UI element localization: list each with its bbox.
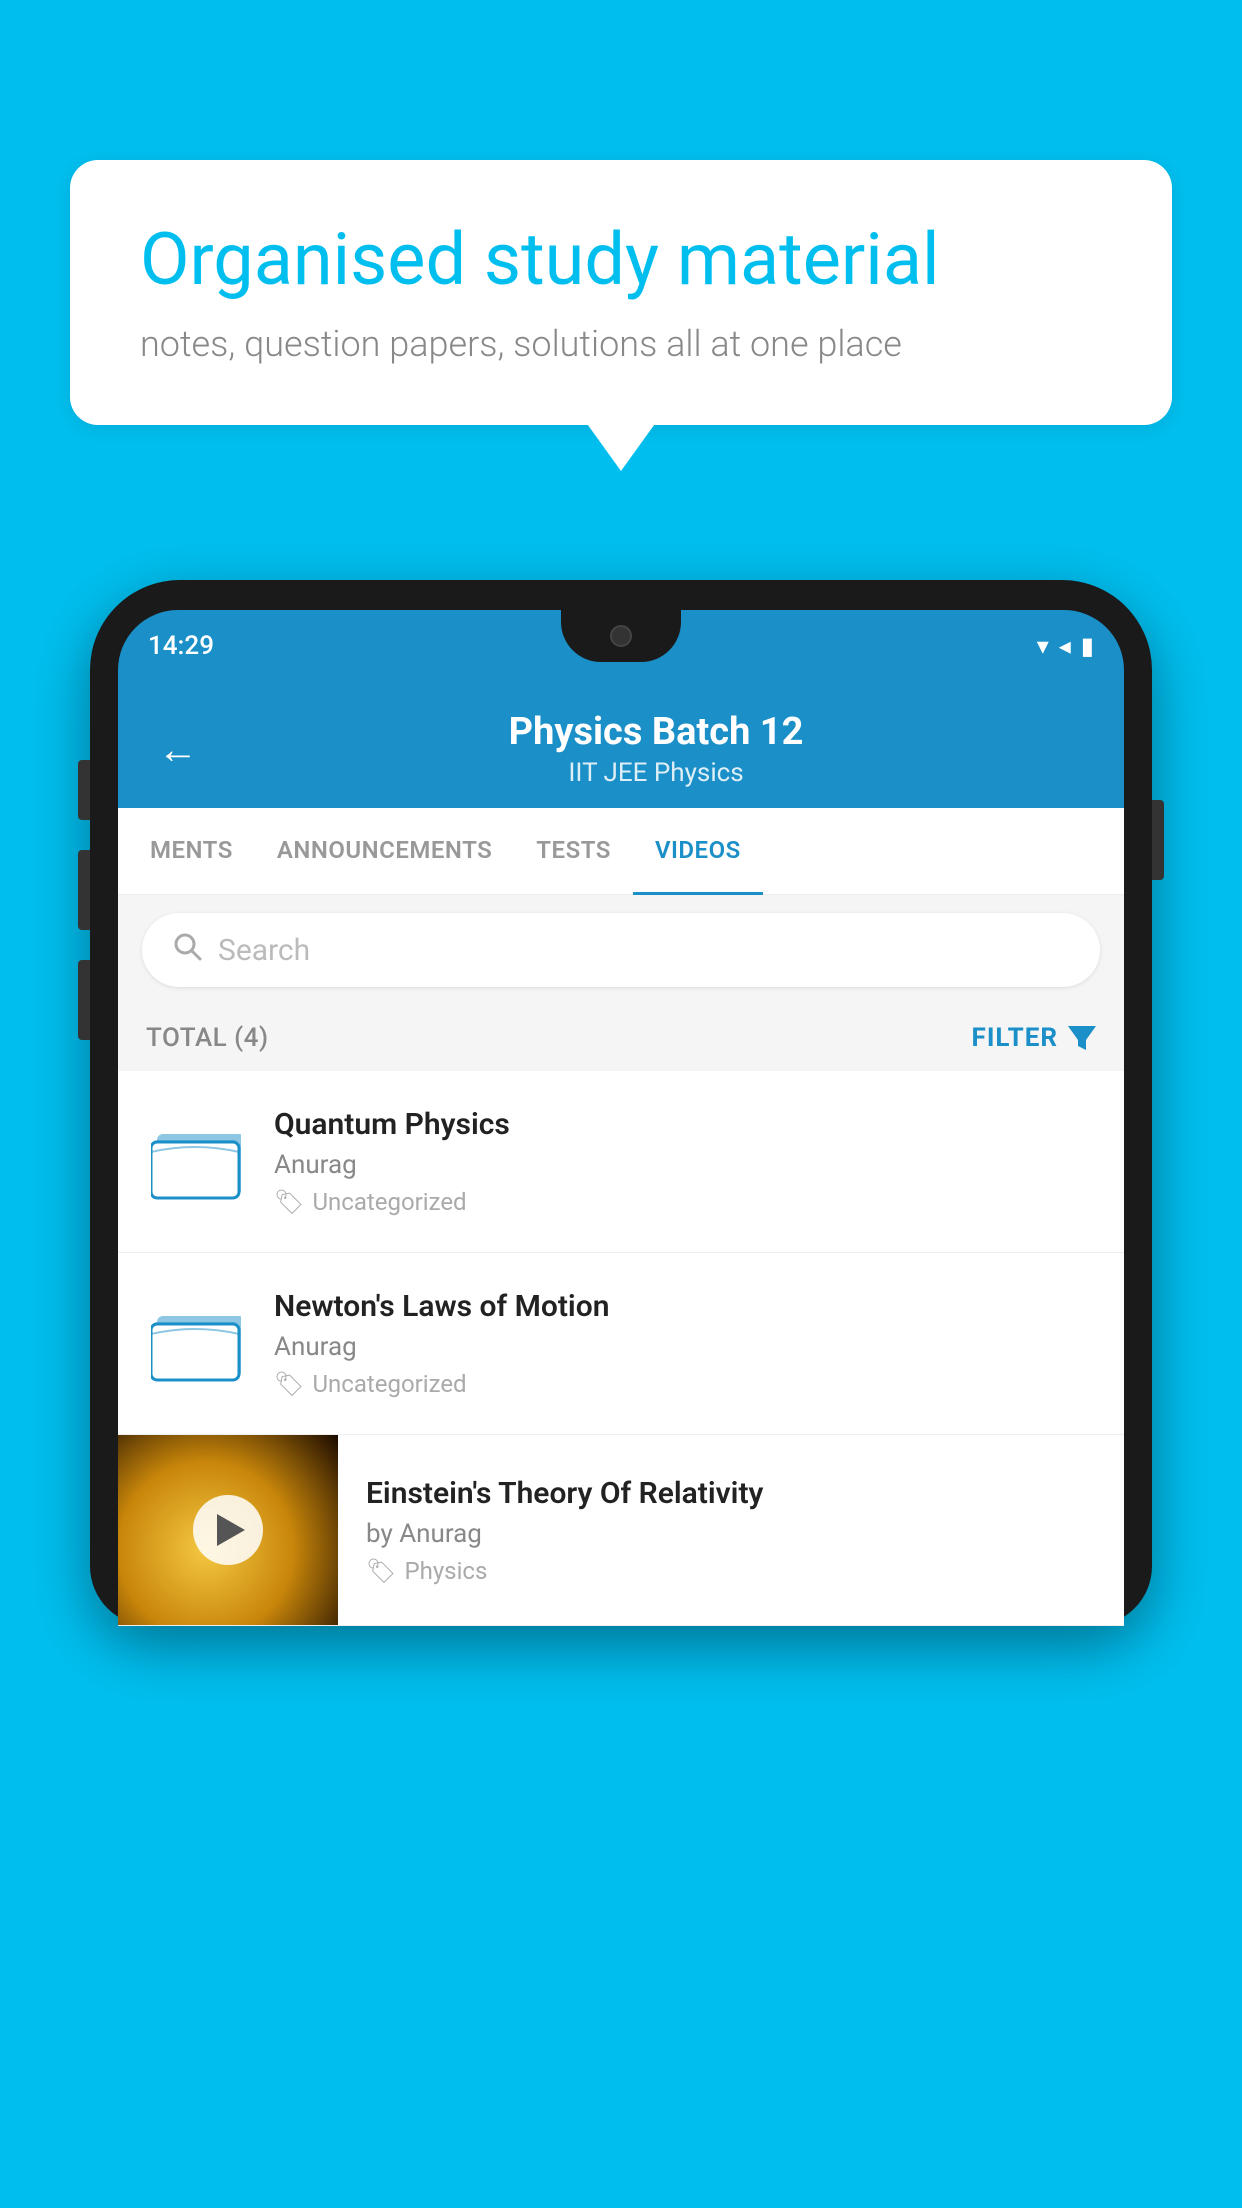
speech-bubble-heading: Organised study material [140, 220, 1102, 299]
back-button[interactable]: ← [158, 726, 198, 773]
folder-icon-container [146, 1294, 246, 1394]
video-info: Einstein's Theory Of Relativity by Anura… [366, 1448, 1096, 1613]
folder-icon-container [146, 1112, 246, 1212]
tab-announcements[interactable]: ANNOUNCEMENTS [255, 808, 514, 895]
power-button [1152, 800, 1164, 880]
tag-label: Uncategorized [312, 1370, 466, 1398]
tag-icon: 🏷 [274, 1188, 304, 1216]
filter-button[interactable]: FILTER [972, 1023, 1096, 1053]
video-tag: 🏷 Uncategorized [274, 1370, 1096, 1398]
signal-icon: ◂ [1059, 632, 1071, 660]
volume-silent-button [78, 760, 90, 820]
phone-screen: ← Physics Batch 12 IIT JEE Physics MENTS… [118, 682, 1124, 1626]
status-bar: 14:29 ▾ ◂ ▮ [118, 610, 1124, 682]
folder-icon [151, 1122, 241, 1202]
tag-icon: 🏷 [366, 1557, 396, 1585]
tabs-bar: MENTS ANNOUNCEMENTS TESTS VIDEOS [118, 808, 1124, 895]
video-title: Einstein's Theory Of Relativity [366, 1476, 1096, 1511]
app-header: ← Physics Batch 12 IIT JEE Physics [118, 682, 1124, 808]
folder-icon [151, 1304, 241, 1384]
tab-tests[interactable]: TESTS [514, 808, 633, 895]
phone-mockup: 14:29 ▾ ◂ ▮ ← Physics Batch 12 IIT JEE P… [90, 580, 1152, 2208]
phone-outer: 14:29 ▾ ◂ ▮ ← Physics Batch 12 IIT JEE P… [90, 580, 1152, 1626]
battery-icon: ▮ [1081, 632, 1094, 660]
filter-label: FILTER [972, 1023, 1058, 1053]
video-title: Quantum Physics [274, 1107, 1096, 1142]
volume-up-button [78, 850, 90, 930]
camera [610, 625, 632, 647]
video-author: Anurag [274, 1150, 1096, 1180]
video-list: Quantum Physics Anurag 🏷 Uncategorized [118, 1071, 1124, 1626]
speech-bubble: Organised study material notes, question… [70, 160, 1172, 425]
search-bar[interactable]: Search [142, 913, 1100, 987]
filter-funnel-icon [1068, 1026, 1096, 1050]
tab-videos[interactable]: VIDEOS [633, 808, 763, 895]
status-icons: ▾ ◂ ▮ [1037, 632, 1094, 660]
tag-icon: 🏷 [274, 1370, 304, 1398]
filter-bar: TOTAL (4) FILTER [118, 1005, 1124, 1071]
speech-bubble-container: Organised study material notes, question… [70, 160, 1172, 425]
tag-label: Physics [404, 1557, 487, 1585]
search-icon [172, 931, 202, 969]
total-count: TOTAL (4) [146, 1023, 269, 1053]
volume-down-button [78, 960, 90, 1040]
speech-bubble-subtext: notes, question papers, solutions all at… [140, 323, 1102, 365]
list-item[interactable]: Newton's Laws of Motion Anurag 🏷 Uncateg… [118, 1253, 1124, 1435]
status-time: 14:29 [148, 631, 214, 661]
video-info: Newton's Laws of Motion Anurag 🏷 Uncateg… [274, 1289, 1096, 1398]
video-tag: 🏷 Physics [366, 1557, 1096, 1585]
search-placeholder: Search [218, 933, 310, 968]
play-icon [217, 1514, 245, 1546]
video-tag: 🏷 Uncategorized [274, 1188, 1096, 1216]
video-author: Anurag [274, 1332, 1096, 1362]
header-title-block: Physics Batch 12 IIT JEE Physics [228, 710, 1084, 788]
play-button[interactable] [193, 1495, 263, 1565]
search-container: Search [118, 895, 1124, 1005]
notch [561, 610, 681, 662]
video-info: Quantum Physics Anurag 🏷 Uncategorized [274, 1107, 1096, 1216]
list-item[interactable]: Einstein's Theory Of Relativity by Anura… [118, 1435, 1124, 1626]
video-title: Newton's Laws of Motion [274, 1289, 1096, 1324]
list-item[interactable]: Quantum Physics Anurag 🏷 Uncategorized [118, 1071, 1124, 1253]
video-author: by Anurag [366, 1519, 1096, 1549]
batch-subtitle: IIT JEE Physics [228, 758, 1084, 788]
batch-title: Physics Batch 12 [228, 710, 1084, 754]
wifi-icon: ▾ [1037, 632, 1049, 660]
video-thumbnail [118, 1435, 338, 1625]
tag-label: Uncategorized [312, 1188, 466, 1216]
tab-ments[interactable]: MENTS [128, 808, 255, 895]
